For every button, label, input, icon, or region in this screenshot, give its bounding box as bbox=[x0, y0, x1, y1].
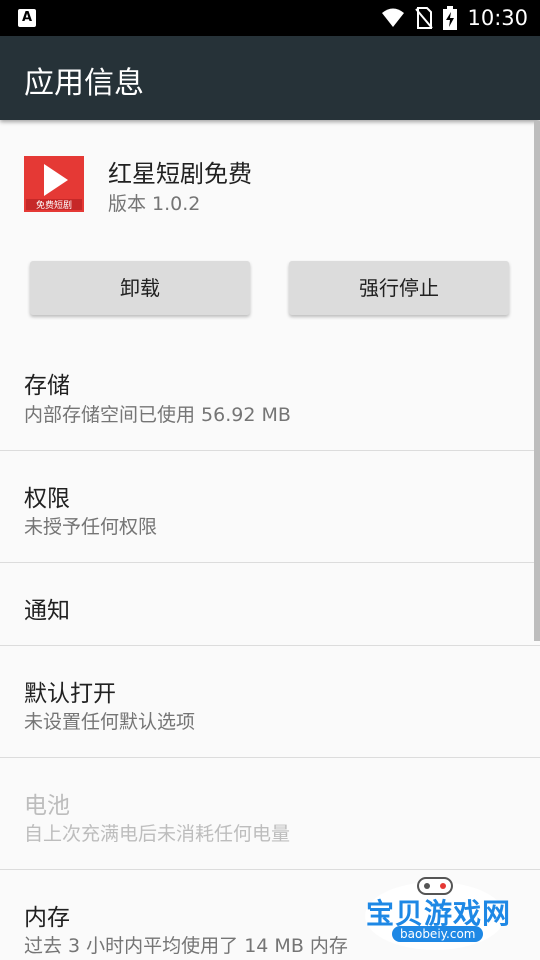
battery-charging-icon bbox=[443, 6, 458, 30]
app-version: 版本 1.0.2 bbox=[108, 193, 201, 215]
app-logo-icon: 免费短剧 bbox=[24, 156, 84, 212]
wifi-icon bbox=[382, 8, 405, 27]
pref-permissions[interactable]: 权限 未授予任何权限 bbox=[0, 451, 540, 563]
uninstall-button[interactable]: 卸载 bbox=[30, 261, 250, 315]
scrollbar[interactable] bbox=[534, 121, 540, 641]
pref-title: 权限 bbox=[24, 486, 70, 512]
pref-battery: 电池 自上次充满电后未消耗任何电量 bbox=[0, 758, 540, 870]
pref-title: 默认打开 bbox=[24, 681, 116, 707]
app-name: 红星短剧免费 bbox=[108, 160, 252, 188]
status-icons: 10:30 bbox=[381, 0, 528, 36]
pref-title: 内存 bbox=[24, 905, 70, 931]
app-bar: 应用信息 bbox=[0, 36, 540, 120]
page-title: 应用信息 bbox=[24, 66, 144, 101]
force-stop-button[interactable]: 强行停止 bbox=[289, 261, 509, 315]
pref-title: 存储 bbox=[24, 373, 70, 399]
app-logo-label: 免费短剧 bbox=[36, 199, 72, 211]
pref-storage[interactable]: 存储 内部存储空间已使用 56.92 MB bbox=[0, 338, 540, 451]
pref-subtitle: 未设置任何默认选项 bbox=[24, 711, 196, 733]
pref-subtitle: 过去 3 小时内平均使用了 14 MB 内存 bbox=[24, 935, 348, 957]
pref-subtitle: 未授予任何权限 bbox=[24, 516, 158, 538]
status-time: 10:30 bbox=[467, 6, 528, 30]
pref-title: 通知 bbox=[24, 598, 70, 624]
pref-title: 电池 bbox=[24, 793, 70, 819]
pref-subtitle: 内部存储空间已使用 56.92 MB bbox=[24, 404, 291, 426]
notification-a-icon: A bbox=[18, 9, 36, 27]
pref-subtitle: 自上次充满电后未消耗任何电量 bbox=[24, 823, 291, 845]
watermark-url: baobeiy.com bbox=[392, 926, 484, 942]
status-bar: A 10:30 bbox=[0, 0, 540, 36]
pref-open-by-default[interactable]: 默认打开 未设置任何默认选项 bbox=[0, 646, 540, 758]
pref-notifications[interactable]: 通知 bbox=[0, 563, 540, 646]
no-sim-icon bbox=[415, 7, 434, 29]
